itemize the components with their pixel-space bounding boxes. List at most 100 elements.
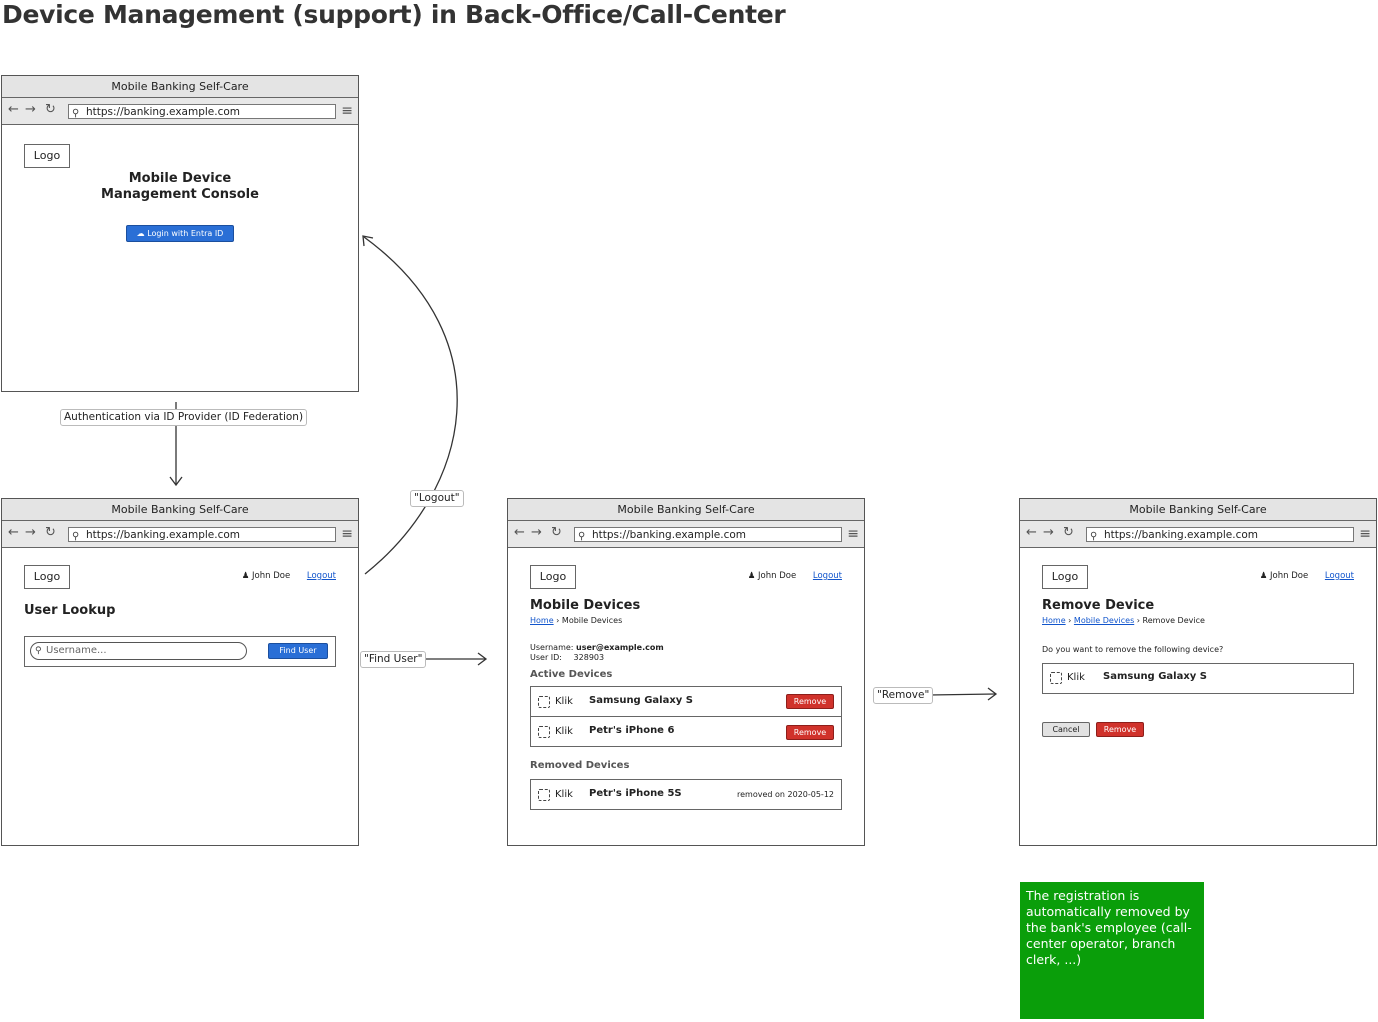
- forward-icon[interactable]: →: [25, 102, 36, 117]
- window-title: Mobile Banking Self-Care: [1020, 499, 1376, 521]
- cancel-button[interactable]: Cancel: [1042, 722, 1090, 737]
- breadcrumb-home[interactable]: Home: [1042, 616, 1066, 625]
- user-menu: ♟ John Doe Logout: [1260, 571, 1354, 581]
- reload-icon[interactable]: ↻: [551, 525, 562, 540]
- forward-icon[interactable]: →: [1043, 525, 1054, 540]
- auth-arrow-head: [169, 476, 183, 487]
- hamburger-menu-icon[interactable]: ≡: [1359, 526, 1371, 542]
- logout-link[interactable]: Logout: [1325, 571, 1354, 581]
- sticky-note: The registration is automatically remove…: [1020, 882, 1204, 1019]
- breadcrumb-mobile-devices[interactable]: Mobile Devices: [1074, 616, 1134, 625]
- find-user-arrow-head: [477, 652, 488, 666]
- userid-line: User ID: 328903: [530, 653, 604, 662]
- address-bar: ← → ↻ ⚲ https://banking.example.com ≡: [1020, 521, 1376, 548]
- back-icon[interactable]: ←: [8, 525, 19, 540]
- url-field[interactable]: ⚲ https://banking.example.com: [574, 527, 842, 542]
- device-name: Samsung Galaxy S: [1103, 671, 1207, 682]
- url-text: https://banking.example.com: [592, 529, 747, 541]
- search-icon: ⚲: [578, 531, 586, 542]
- device-app: Klik: [555, 789, 573, 800]
- logout-arrow: [363, 236, 458, 575]
- logo: Logo: [24, 565, 70, 589]
- window-title: Mobile Banking Self-Care: [508, 499, 864, 521]
- window-title: Mobile Banking Self-Care: [2, 499, 358, 521]
- back-icon[interactable]: ←: [8, 102, 19, 117]
- reload-icon[interactable]: ↻: [45, 102, 56, 117]
- hamburger-menu-icon[interactable]: ≡: [341, 526, 353, 542]
- removed-devices-heading: Removed Devices: [530, 760, 630, 771]
- device-name: Petr's iPhone 6: [589, 725, 675, 736]
- logo: Logo: [24, 144, 70, 168]
- url-field[interactable]: ⚲ https://banking.example.com: [68, 104, 336, 119]
- user-name: John Doe: [1270, 571, 1309, 581]
- url-text: https://banking.example.com: [86, 529, 241, 541]
- hamburger-menu-icon[interactable]: ≡: [341, 103, 353, 119]
- list-item: Klik Samsung Galaxy S Remove: [530, 686, 842, 717]
- username-search-input[interactable]: ⚲ Username...: [30, 642, 247, 660]
- logout-arrow-head: [362, 235, 374, 247]
- breadcrumb-current: Mobile Devices: [561, 616, 623, 625]
- cloud-icon: ☁: [136, 229, 145, 238]
- forward-icon[interactable]: →: [25, 525, 36, 540]
- logo: Logo: [1042, 565, 1088, 589]
- url-text: https://banking.example.com: [1104, 529, 1259, 541]
- find-user-flow-label: "Find User": [360, 651, 427, 668]
- reload-icon[interactable]: ↻: [1063, 525, 1074, 540]
- search-panel: ⚲ Username... Find User: [24, 636, 336, 667]
- forward-icon[interactable]: →: [531, 525, 542, 540]
- search-icon: ⚲: [35, 646, 42, 656]
- breadcrumb-home[interactable]: Home: [530, 616, 554, 625]
- url-field[interactable]: ⚲ https://banking.example.com: [1086, 527, 1354, 542]
- app-icon: [538, 696, 550, 708]
- remove-button[interactable]: Remove: [786, 694, 834, 709]
- breadcrumb-current: Remove Device: [1142, 616, 1205, 625]
- remove-device-window: Mobile Banking Self-Care ← → ↻ ⚲ https://…: [1019, 498, 1377, 846]
- removed-status: removed on 2020-05-12: [737, 790, 834, 799]
- back-icon[interactable]: ←: [1026, 525, 1037, 540]
- userid-label: User ID:: [530, 653, 562, 662]
- user-icon: ♟: [1259, 571, 1268, 581]
- username-placeholder: Username...: [46, 645, 107, 656]
- remove-button[interactable]: Remove: [786, 725, 834, 740]
- remove-arrow: [928, 693, 996, 696]
- device-to-remove: Klik Samsung Galaxy S: [1042, 663, 1354, 694]
- remove-arrow-head: [987, 687, 998, 701]
- confirm-remove-button[interactable]: Remove: [1096, 722, 1144, 737]
- hamburger-menu-icon[interactable]: ≡: [847, 526, 859, 542]
- address-bar: ← → ↻ ⚲ https://banking.example.com ≡: [2, 521, 358, 548]
- breadcrumb: Home › Mobile Devices: [530, 616, 622, 625]
- address-bar: ← → ↻ ⚲ https://banking.example.com ≡: [2, 98, 358, 125]
- logout-flow-label: "Logout": [410, 490, 464, 507]
- device-name: Samsung Galaxy S: [589, 695, 693, 706]
- app-icon: [538, 789, 550, 801]
- window-title: Mobile Banking Self-Care: [2, 76, 358, 98]
- breadcrumb: Home › Mobile Devices › Remove Device: [1042, 616, 1205, 625]
- logout-link[interactable]: Logout: [307, 571, 336, 581]
- logout-link[interactable]: Logout: [813, 571, 842, 581]
- search-icon: ⚲: [72, 108, 80, 119]
- remove-question: Do you want to remove the following devi…: [1042, 645, 1224, 654]
- url-text: https://banking.example.com: [86, 106, 241, 118]
- device-app: Klik: [555, 726, 573, 737]
- username-line: Username: user@example.com: [530, 643, 664, 652]
- login-entra-button[interactable]: ☁ Login with Entra ID: [126, 225, 234, 242]
- device-app: Klik: [1067, 672, 1085, 683]
- reload-icon[interactable]: ↻: [45, 525, 56, 540]
- login-window: Mobile Banking Self-Care ← → ↻ ⚲ https://…: [1, 75, 359, 392]
- device-name: Petr's iPhone 5S: [589, 788, 682, 799]
- url-field[interactable]: ⚲ https://banking.example.com: [68, 527, 336, 542]
- lookup-heading: User Lookup: [24, 603, 116, 618]
- address-bar: ← → ↻ ⚲ https://banking.example.com ≡: [508, 521, 864, 548]
- find-user-button[interactable]: Find User: [268, 643, 328, 659]
- back-icon[interactable]: ←: [514, 525, 525, 540]
- remove-heading: Remove Device: [1042, 598, 1155, 613]
- user-icon: ♟: [241, 571, 250, 581]
- active-devices-heading: Active Devices: [530, 669, 613, 680]
- user-menu: ♟ John Doe Logout: [242, 571, 336, 581]
- app-icon: [538, 726, 550, 738]
- list-item: Klik Petr's iPhone 5S removed on 2020-05…: [530, 779, 842, 810]
- devices-heading: Mobile Devices: [530, 598, 641, 613]
- user-icon: ♟: [747, 571, 756, 581]
- login-heading: Mobile Device Management Console: [2, 171, 358, 203]
- search-icon: ⚲: [72, 531, 80, 542]
